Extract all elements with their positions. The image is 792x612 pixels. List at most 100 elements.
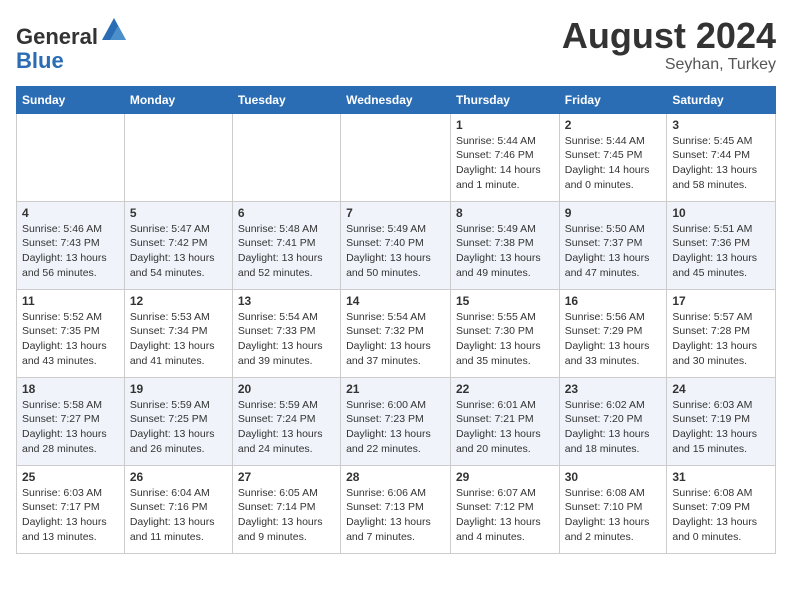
calendar-cell: 16Sunrise: 5:56 AM Sunset: 7:29 PM Dayli… bbox=[559, 289, 667, 377]
calendar-cell: 6 Sunrise: 5:48 AM Sunset: 7:41 PM Daylig… bbox=[232, 201, 340, 289]
day-number: 1 bbox=[456, 118, 554, 132]
calendar-cell bbox=[17, 113, 125, 201]
day-info: Sunrise: 6:05 AM Sunset: 7:14 PM Dayligh… bbox=[238, 486, 335, 545]
calendar-cell bbox=[341, 113, 451, 201]
calendar-cell: 10 Sunrise: 5:51 AM Sunset: 7:36 PM Dayli… bbox=[667, 201, 776, 289]
day-info: Sunrise: 5:45 AM Sunset: 7:44 PM Dayligh… bbox=[672, 134, 770, 193]
day-info: Sunrise: 5:57 AM Sunset: 7:28 PM Dayligh… bbox=[672, 310, 770, 369]
day-info: Sunrise: 5:59 AM Sunset: 7:24 PM Dayligh… bbox=[238, 398, 335, 457]
logo-general: General bbox=[16, 24, 98, 49]
day-number: 3 bbox=[672, 118, 770, 132]
logo: General Blue bbox=[16, 16, 128, 73]
day-number: 12 bbox=[130, 294, 227, 308]
day-info: Sunrise: 5:54 AM Sunset: 7:33 PM Dayligh… bbox=[238, 310, 335, 369]
calendar-week-row: 4Sunrise: 5:46 AM Sunset: 7:43 PM Daylig… bbox=[17, 201, 776, 289]
page-header: General Blue August 2024 Seyhan, Turkey bbox=[16, 16, 776, 74]
day-number: 25 bbox=[22, 470, 119, 484]
logo-icon bbox=[100, 16, 128, 44]
calendar-cell: 1Sunrise: 5:44 AM Sunset: 7:46 PM Daylig… bbox=[450, 113, 559, 201]
day-number: 16 bbox=[565, 294, 662, 308]
day-info: Sunrise: 6:08 AM Sunset: 7:09 PM Dayligh… bbox=[672, 486, 770, 545]
day-number: 6 bbox=[238, 206, 335, 220]
day-info: Sunrise: 6:04 AM Sunset: 7:16 PM Dayligh… bbox=[130, 486, 227, 545]
day-info: Sunrise: 5:47 AM Sunset: 7:42 PM Dayligh… bbox=[130, 222, 227, 281]
day-number: 17 bbox=[672, 294, 770, 308]
calendar-cell bbox=[124, 113, 232, 201]
calendar-cell: 13 Sunrise: 5:54 AM Sunset: 7:33 PM Dayli… bbox=[232, 289, 340, 377]
day-info: Sunrise: 6:07 AM Sunset: 7:12 PM Dayligh… bbox=[456, 486, 554, 545]
day-info: Sunrise: 6:02 AM Sunset: 7:20 PM Dayligh… bbox=[565, 398, 662, 457]
day-number: 30 bbox=[565, 470, 662, 484]
day-number: 31 bbox=[672, 470, 770, 484]
day-number: 13 bbox=[238, 294, 335, 308]
day-number: 7 bbox=[346, 206, 445, 220]
day-number: 20 bbox=[238, 382, 335, 396]
day-number: 10 bbox=[672, 206, 770, 220]
calendar-week-row: 25 Sunrise: 6:03 AM Sunset: 7:17 PM Dayli… bbox=[17, 465, 776, 553]
calendar-cell: 20 Sunrise: 5:59 AM Sunset: 7:24 PM Dayli… bbox=[232, 377, 340, 465]
day-number: 29 bbox=[456, 470, 554, 484]
day-info: Sunrise: 6:03 AM Sunset: 7:17 PM Dayligh… bbox=[22, 486, 119, 545]
day-number: 21 bbox=[346, 382, 445, 396]
calendar-cell: 12 Sunrise: 5:53 AM Sunset: 7:34 PM Dayli… bbox=[124, 289, 232, 377]
weekday-header-saturday: Saturday bbox=[667, 86, 776, 113]
day-info: Sunrise: 5:50 AM Sunset: 7:37 PM Dayligh… bbox=[565, 222, 662, 281]
calendar-cell: 11 Sunrise: 5:52 AM Sunset: 7:35 PM Dayli… bbox=[17, 289, 125, 377]
day-number: 26 bbox=[130, 470, 227, 484]
weekday-header-tuesday: Tuesday bbox=[232, 86, 340, 113]
weekday-header-sunday: Sunday bbox=[17, 86, 125, 113]
weekday-header-monday: Monday bbox=[124, 86, 232, 113]
day-info: Sunrise: 5:49 AM Sunset: 7:40 PM Dayligh… bbox=[346, 222, 445, 281]
calendar-cell: 4Sunrise: 5:46 AM Sunset: 7:43 PM Daylig… bbox=[17, 201, 125, 289]
day-info: Sunrise: 5:46 AM Sunset: 7:43 PM Dayligh… bbox=[22, 222, 119, 281]
calendar-cell: 31 Sunrise: 6:08 AM Sunset: 7:09 PM Dayli… bbox=[667, 465, 776, 553]
calendar-cell: 14 Sunrise: 5:54 AM Sunset: 7:32 PM Dayli… bbox=[341, 289, 451, 377]
calendar-cell: 23 Sunrise: 6:02 AM Sunset: 7:20 PM Dayli… bbox=[559, 377, 667, 465]
day-info: Sunrise: 5:53 AM Sunset: 7:34 PM Dayligh… bbox=[130, 310, 227, 369]
day-info: Sunrise: 5:51 AM Sunset: 7:36 PM Dayligh… bbox=[672, 222, 770, 281]
day-number: 11 bbox=[22, 294, 119, 308]
day-info: Sunrise: 5:49 AM Sunset: 7:38 PM Dayligh… bbox=[456, 222, 554, 281]
day-number: 23 bbox=[565, 382, 662, 396]
calendar-cell: 26 Sunrise: 6:04 AM Sunset: 7:16 PM Dayli… bbox=[124, 465, 232, 553]
calendar-cell: 21 Sunrise: 6:00 AM Sunset: 7:23 PM Dayli… bbox=[341, 377, 451, 465]
day-info: Sunrise: 5:55 AM Sunset: 7:30 PM Dayligh… bbox=[456, 310, 554, 369]
day-number: 5 bbox=[130, 206, 227, 220]
calendar-cell bbox=[232, 113, 340, 201]
day-info: Sunrise: 6:08 AM Sunset: 7:10 PM Dayligh… bbox=[565, 486, 662, 545]
calendar-cell: 30 Sunrise: 6:08 AM Sunset: 7:10 PM Dayli… bbox=[559, 465, 667, 553]
day-info: Sunrise: 5:52 AM Sunset: 7:35 PM Dayligh… bbox=[22, 310, 119, 369]
month-year-title: August 2024 bbox=[562, 16, 776, 56]
calendar-cell: 29 Sunrise: 6:07 AM Sunset: 7:12 PM Dayli… bbox=[450, 465, 559, 553]
day-number: 27 bbox=[238, 470, 335, 484]
calendar-cell: 17 Sunrise: 5:57 AM Sunset: 7:28 PM Dayli… bbox=[667, 289, 776, 377]
day-info: Sunrise: 6:01 AM Sunset: 7:21 PM Dayligh… bbox=[456, 398, 554, 457]
day-info: Sunrise: 5:54 AM Sunset: 7:32 PM Dayligh… bbox=[346, 310, 445, 369]
day-info: Sunrise: 5:58 AM Sunset: 7:27 PM Dayligh… bbox=[22, 398, 119, 457]
day-info: Sunrise: 5:44 AM Sunset: 7:45 PM Dayligh… bbox=[565, 134, 662, 193]
calendar-cell: 9 Sunrise: 5:50 AM Sunset: 7:37 PM Daylig… bbox=[559, 201, 667, 289]
calendar-cell: 28Sunrise: 6:06 AM Sunset: 7:13 PM Dayli… bbox=[341, 465, 451, 553]
day-number: 8 bbox=[456, 206, 554, 220]
calendar-cell: 27 Sunrise: 6:05 AM Sunset: 7:14 PM Dayli… bbox=[232, 465, 340, 553]
day-number: 24 bbox=[672, 382, 770, 396]
day-number: 15 bbox=[456, 294, 554, 308]
calendar-cell: 18Sunrise: 5:58 AM Sunset: 7:27 PM Dayli… bbox=[17, 377, 125, 465]
calendar-cell: 19 Sunrise: 5:59 AM Sunset: 7:25 PM Dayli… bbox=[124, 377, 232, 465]
calendar-table: SundayMondayTuesdayWednesdayThursdayFrid… bbox=[16, 86, 776, 554]
weekday-header-thursday: Thursday bbox=[450, 86, 559, 113]
weekday-header-wednesday: Wednesday bbox=[341, 86, 451, 113]
day-number: 9 bbox=[565, 206, 662, 220]
calendar-cell: 15 Sunrise: 5:55 AM Sunset: 7:30 PM Dayli… bbox=[450, 289, 559, 377]
logo-blue: Blue bbox=[16, 48, 64, 73]
calendar-week-row: 18Sunrise: 5:58 AM Sunset: 7:27 PM Dayli… bbox=[17, 377, 776, 465]
day-number: 14 bbox=[346, 294, 445, 308]
day-info: Sunrise: 6:00 AM Sunset: 7:23 PM Dayligh… bbox=[346, 398, 445, 457]
day-number: 19 bbox=[130, 382, 227, 396]
day-info: Sunrise: 5:59 AM Sunset: 7:25 PM Dayligh… bbox=[130, 398, 227, 457]
calendar-cell: 8 Sunrise: 5:49 AM Sunset: 7:38 PM Daylig… bbox=[450, 201, 559, 289]
day-info: Sunrise: 5:48 AM Sunset: 7:41 PM Dayligh… bbox=[238, 222, 335, 281]
calendar-cell: 2Sunrise: 5:44 AM Sunset: 7:45 PM Daylig… bbox=[559, 113, 667, 201]
location-subtitle: Seyhan, Turkey bbox=[562, 56, 776, 74]
day-info: Sunrise: 6:06 AM Sunset: 7:13 PM Dayligh… bbox=[346, 486, 445, 545]
